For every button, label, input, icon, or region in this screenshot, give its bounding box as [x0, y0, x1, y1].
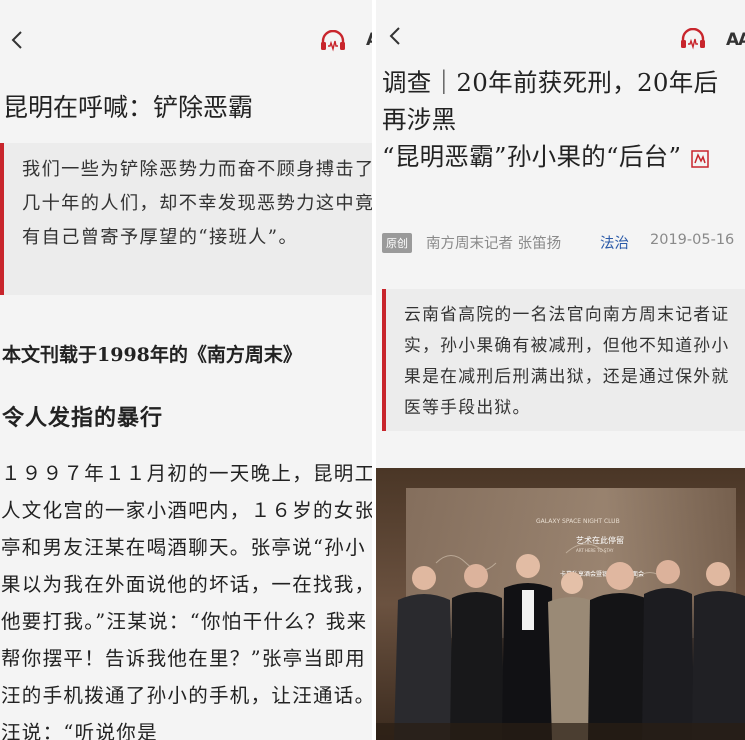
- article-summary-quote: 我们一些为铲除恶势力而奋不顾身搏击了几十年的人们，却不幸发现恶势力这中竟有自己曾…: [0, 143, 372, 295]
- right-article-panel: AA 调查｜20年前获死刑，20年后再涉黑 “昆明恶霸”孙小果的“后台” 原创 …: [376, 0, 745, 740]
- article-body-text: １９９７年１１月初的一天晚上，昆明工人文化宫的一家小酒吧内，１６岁的女张亭和男友…: [1, 462, 372, 740]
- section-heading: 令人发指的暴行: [2, 405, 164, 431]
- original-badge: 原创: [382, 233, 412, 253]
- category-link[interactable]: 法治: [600, 232, 629, 253]
- headphones-icon[interactable]: [320, 30, 346, 52]
- chevron-left-icon[interactable]: [382, 22, 410, 50]
- banner-text-2: 艺术在此停留: [576, 535, 624, 545]
- headphones-icon[interactable]: [680, 28, 706, 50]
- quote-text: 我们一些为铲除恶势力而奋不顾身搏击了几十年的人们，却不幸发现恶势力这中竟有自己曾…: [22, 159, 372, 248]
- chevron-left-icon[interactable]: [4, 26, 32, 54]
- title-line-1: 调查｜20年前获死刑，20年后再涉黑: [382, 68, 719, 134]
- article-meta: 原创 南方周末记者 张笛扬 法治 2019-05-16: [382, 232, 745, 254]
- group-photo-image: GALAXY SPACE NIGHT CLUB 艺术在此停留 ART HERE …: [376, 468, 745, 740]
- quote-text: 云南省高院的一名法官向南方周末记者证实，孙小果确有被减刑，但他不知道孙小果是在减…: [404, 304, 730, 417]
- publish-date: 2019-05-16: [650, 232, 735, 248]
- source-note: 本文刊载于1998年的《南方周末》: [2, 344, 302, 366]
- title-line-2: “昆明恶霸”孙小果的“后台”: [382, 138, 742, 175]
- font-size-button[interactable]: AA: [726, 30, 745, 50]
- newspaper-logo-icon: [691, 149, 710, 168]
- left-top-bar: AA: [0, 0, 372, 80]
- author-name[interactable]: 南方周末记者 张笛扬: [426, 232, 561, 253]
- article-title: 调查｜20年前获死刑，20年后再涉黑 “昆明恶霸”孙小果的“后台”: [382, 64, 742, 175]
- banner-text-1: GALAXY SPACE NIGHT CLUB: [536, 518, 620, 525]
- banner-text-3: ART HERE TO STAY: [576, 548, 614, 553]
- article-summary-quote: 云南省高院的一名法官向南方周末记者证实，孙小果确有被减刑，但他不知道孙小果是在减…: [382, 289, 745, 431]
- article-title: 昆明在呼喊：铲除恶霸: [3, 93, 254, 122]
- left-article-panel: AA 昆明在呼喊：铲除恶霸 我们一些为铲除恶势力而奋不顾身搏击了几十年的人们，却…: [0, 0, 372, 740]
- article-photo: GALAXY SPACE NIGHT CLUB 艺术在此停留 ART HERE …: [376, 468, 745, 740]
